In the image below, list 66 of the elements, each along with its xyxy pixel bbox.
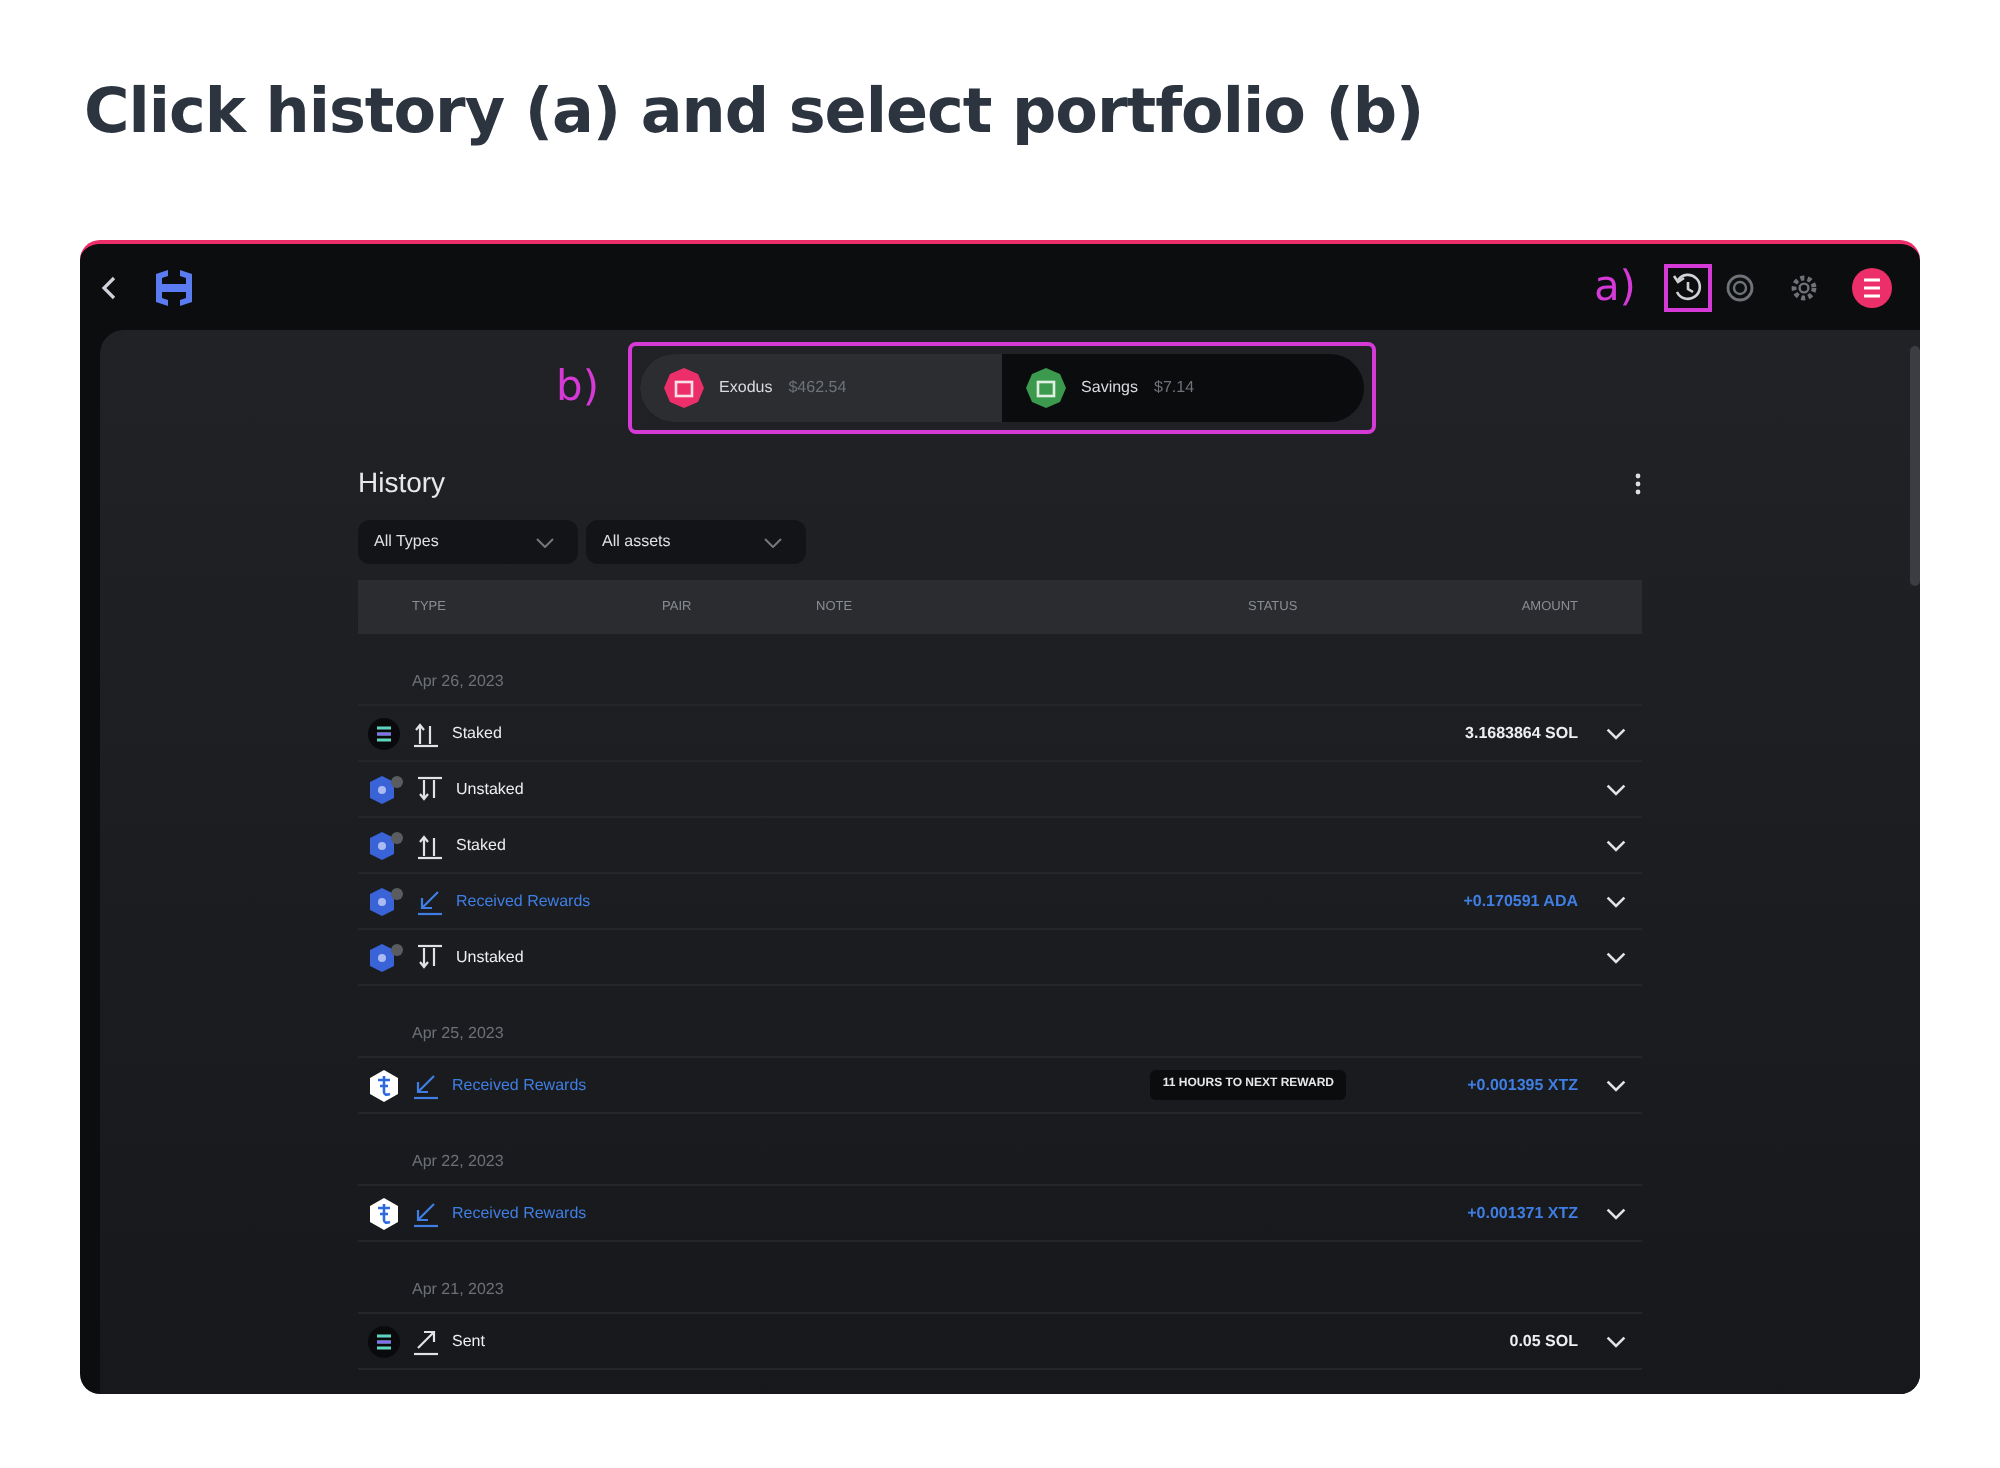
unstaked-icon <box>416 943 444 971</box>
coin-icon <box>368 885 404 917</box>
amount-text: 0.05 SOL <box>1507 1329 1578 1353</box>
transaction-type: Unstaked <box>456 945 524 969</box>
transaction-row[interactable]: Sent 0.05 SOL <box>358 1314 1642 1370</box>
amount-text: +0.001395 XTZ <box>1465 1073 1578 1097</box>
receive-arrow-icon <box>412 1199 440 1227</box>
amount-text: +0.170591 ADA <box>1461 889 1578 913</box>
transaction-type: Staked <box>456 833 506 857</box>
transaction-type: Unstaked <box>456 777 524 801</box>
coin-icon <box>368 773 404 805</box>
amount-text: 3.1683864 SOL <box>1463 721 1578 745</box>
send-arrow-icon <box>412 1327 440 1355</box>
date-label: Apr 22, 2023 <box>358 1114 1642 1186</box>
transaction-row[interactable]: Unstaked <box>358 930 1642 986</box>
chevron-down-icon[interactable] <box>1606 839 1626 851</box>
coin-icon <box>368 941 404 973</box>
settings-icon[interactable] <box>1788 271 1820 303</box>
coin-icon <box>368 1325 400 1357</box>
date-label: Apr 26, 2023 <box>358 634 1642 706</box>
transaction-type: Received Rewards <box>452 1201 587 1225</box>
portfolio-tab[interactable]: Savings $7.14 <box>1001 354 1364 422</box>
unstaked-icon <box>416 775 444 803</box>
chevron-down-icon[interactable] <box>1606 783 1626 795</box>
coin-icon <box>368 1197 400 1229</box>
page-heading: Click history (a) and select portfolio (b) <box>82 74 1426 152</box>
section-title: History <box>358 464 446 502</box>
filter-dropdown[interactable]: All Types <box>358 520 578 564</box>
chevron-down-icon <box>764 537 782 547</box>
transaction-type: Received Rewards <box>452 1073 587 1097</box>
back-icon[interactable] <box>100 275 120 299</box>
receive-arrow-icon <box>412 1071 440 1099</box>
history-icon[interactable] <box>1668 267 1708 307</box>
avatar-icon[interactable] <box>1852 267 1892 307</box>
callout-label: b) <box>556 360 600 415</box>
logo-icon <box>152 267 196 307</box>
chevron-down-icon[interactable] <box>1606 1207 1626 1219</box>
date-label: Apr 21, 2023 <box>358 1242 1642 1314</box>
transaction-type: Staked <box>452 721 502 745</box>
scrollbar-thumb[interactable] <box>1910 346 1920 586</box>
chevron-down-icon[interactable] <box>1606 1335 1626 1347</box>
chevron-down-icon <box>536 537 554 547</box>
transaction-row[interactable]: Unstaked <box>358 762 1642 818</box>
transaction-type: Sent <box>452 1329 485 1353</box>
transaction-row[interactable]: Received Rewards +0.001371 XTZ <box>358 1186 1642 1242</box>
date-label: Apr 25, 2023 <box>358 986 1642 1058</box>
transaction-type: Received Rewards <box>456 889 591 913</box>
transaction-row[interactable]: Received Rewards +0.170591 ADA <box>358 874 1642 930</box>
callout-label: a) <box>1593 259 1636 314</box>
filter-dropdown[interactable]: All assets <box>586 520 806 564</box>
chevron-down-icon[interactable] <box>1606 1079 1626 1091</box>
more-icon[interactable] <box>1634 471 1642 495</box>
chevron-down-icon[interactable] <box>1606 951 1626 963</box>
coin-icon <box>368 829 404 861</box>
coin-icon <box>368 1069 400 1101</box>
lifebuoy-icon[interactable] <box>1724 271 1756 303</box>
receive-arrow-icon <box>416 887 444 915</box>
portfolio-tab[interactable]: Exodus $462.54 <box>639 354 1002 422</box>
chevron-down-icon[interactable] <box>1606 727 1626 739</box>
coin-icon <box>368 717 400 749</box>
staked-icon <box>416 831 444 859</box>
amount-text: +0.001371 XTZ <box>1465 1201 1578 1225</box>
staked-icon <box>412 719 440 747</box>
transaction-row[interactable]: Staked 3.1683864 SOL <box>358 706 1642 762</box>
chevron-down-icon[interactable] <box>1606 895 1626 907</box>
transaction-row[interactable]: Staked <box>358 818 1642 874</box>
